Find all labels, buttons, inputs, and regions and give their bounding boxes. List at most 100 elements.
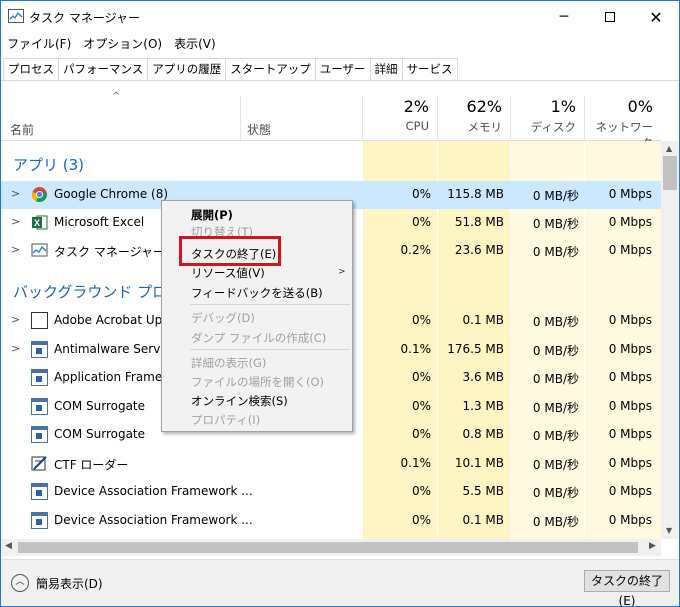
tab-users[interactable]: ユーザー	[314, 58, 371, 80]
submenu-arrow-icon: >	[338, 267, 346, 277]
column-network[interactable]: 0% ネットワーク	[585, 95, 661, 150]
network-value: 0 Mbps	[608, 313, 652, 327]
process-name: Device Association Framework ...	[54, 484, 253, 498]
service-window-icon	[31, 512, 48, 529]
process-name: Antimalware Service	[54, 342, 178, 356]
service-window-icon	[31, 483, 48, 500]
disk-value: 0 MB/秒	[532, 189, 579, 203]
menu-view[interactable]: 表示(V)	[168, 35, 222, 53]
column-memory[interactable]: 62% メモリ	[438, 95, 510, 140]
menu-item-expand[interactable]: 展開(P)	[191, 207, 233, 223]
task-manager-icon	[8, 9, 24, 23]
menu-bar: ファイル(F) オプション(O) 表示(V)	[1, 35, 222, 53]
disk-value: 0 MB/秒	[532, 315, 579, 329]
menu-item-feedback[interactable]: フィードバックを送る(B)	[191, 285, 323, 301]
process-name: タスク マネージャー	[54, 245, 165, 259]
service-window-icon	[31, 341, 48, 358]
memory-value: 0.1 MB	[462, 313, 504, 327]
chevron-up-circle-icon[interactable]: ︿	[11, 574, 29, 592]
network-value: 0 Mbps	[608, 370, 652, 384]
process-name: COM Surrogate	[54, 399, 146, 413]
disk-value: 0 MB/秒	[532, 486, 579, 500]
memory-value: 23.6 MB	[454, 243, 504, 257]
process-name: Device Association Framework ...	[54, 513, 253, 527]
memory-value: 1.3 MB	[462, 399, 504, 413]
network-value: 0 Mbps	[608, 399, 652, 413]
expand-chevron-icon[interactable]: >	[11, 342, 20, 355]
vertical-scrollbar[interactable]: ▲ ▼	[661, 141, 679, 539]
tab-bar: プロセス パフォーマンス アプリの履歴 スタートアップ ユーザー 詳細 サービス	[3, 58, 458, 80]
disk-value: 0 MB/秒	[532, 245, 579, 259]
menu-item-properties: プロパティ(I)	[191, 413, 261, 427]
column-disk[interactable]: 1% ディスク	[511, 95, 584, 140]
table-row[interactable]: Device Association Framework ... 0% 0.1 …	[1, 507, 661, 535]
menu-item-resource-values[interactable]: リソース値(V)	[191, 265, 265, 281]
menu-separator	[190, 304, 350, 305]
window-title: タスク マネージャー	[29, 11, 140, 25]
vertical-scroll-thumb[interactable]	[663, 156, 677, 190]
disk-value: 0 MB/秒	[532, 372, 579, 386]
memory-total: 62%	[466, 97, 502, 116]
tab-divider	[1, 80, 679, 81]
disk-value: 0 MB/秒	[532, 217, 579, 231]
expand-chevron-icon[interactable]: >	[11, 243, 20, 256]
tab-services[interactable]: サービス	[401, 58, 458, 80]
column-cpu[interactable]: 2% CPU	[363, 95, 437, 140]
cpu-value: 0%	[411, 399, 431, 413]
ctf-loader-icon	[31, 455, 48, 472]
scroll-up-icon[interactable]: ▲	[666, 144, 672, 153]
tab-startup[interactable]: スタートアップ	[225, 58, 316, 80]
menu-item-search-online[interactable]: オンライン検索(S)	[191, 393, 288, 409]
scroll-down-icon[interactable]: ▼	[666, 526, 672, 535]
scroll-left-icon[interactable]: ◀	[5, 541, 12, 551]
cpu-value: 0.1%	[400, 342, 432, 356]
cpu-value: 0.1%	[400, 456, 432, 470]
cpu-value: 0%	[411, 215, 431, 229]
minimize-button[interactable]: ─	[541, 1, 587, 33]
process-name: Application Frame H	[54, 370, 176, 384]
disk-total: 1%	[550, 97, 576, 116]
service-window-icon	[31, 369, 48, 386]
column-name[interactable]: 名前	[10, 121, 34, 138]
column-divider[interactable]	[240, 95, 241, 140]
memory-value: 10.1 MB	[454, 456, 504, 470]
horizontal-scroll-thumb[interactable]	[18, 542, 638, 553]
table-row[interactable]: Device Association Framework ... 0% 5.5 …	[1, 478, 661, 506]
tab-performance[interactable]: パフォーマンス	[58, 58, 149, 80]
menu-options[interactable]: オプション(O)	[77, 35, 168, 53]
horizontal-scrollbar[interactable]: ◀ ▶	[1, 539, 661, 556]
end-task-highlight	[179, 236, 281, 266]
tab-processes[interactable]: プロセス	[3, 58, 59, 80]
memory-value: 5.5 MB	[462, 484, 504, 498]
cpu-value: 0%	[411, 484, 431, 498]
close-button[interactable]: ✕	[633, 1, 679, 33]
process-name: COM Surrogate	[54, 427, 146, 441]
column-status[interactable]: 状態	[247, 121, 271, 138]
expand-chevron-icon[interactable]: >	[11, 313, 20, 326]
process-name: Microsoft Excel	[54, 215, 145, 229]
cpu-value: 0%	[411, 427, 431, 441]
menu-file[interactable]: ファイル(F)	[1, 35, 77, 53]
memory-value: 176.5 MB	[447, 342, 504, 356]
fewer-details-link[interactable]: 簡易表示(D)	[36, 575, 103, 592]
expand-chevron-icon[interactable]: >	[11, 187, 20, 200]
tab-details[interactable]: 詳細	[369, 58, 403, 80]
network-value: 0 Mbps	[608, 427, 652, 441]
menu-item-open-file-location: ファイルの場所を開く(O)	[191, 375, 325, 389]
menu-item-create-dump: ダンプ ファイルの作成(C)	[191, 331, 327, 345]
tab-app-history[interactable]: アプリの履歴	[147, 58, 227, 80]
expand-chevron-icon[interactable]: >	[11, 215, 20, 228]
end-task-button[interactable]: タスクの終了(E)	[584, 570, 670, 606]
excel-icon: X	[31, 214, 48, 231]
context-menu: 展開(P) 切り替え(T) タスクの終了(E) リソース値(V) > フィードバ…	[161, 200, 353, 432]
scroll-right-icon[interactable]: ▶	[649, 541, 656, 551]
title-bar[interactable]: タスク マネージャー ─ ✕	[1, 1, 679, 33]
maximize-button[interactable]	[587, 1, 633, 33]
memory-value: 3.6 MB	[462, 370, 504, 384]
table-row[interactable]: CTF ローダー 0.1% 10.1 MB 0 MB/秒 0 Mbps	[1, 450, 661, 478]
service-window-icon	[31, 398, 48, 415]
footer-bar: ︿ 簡易表示(D) タスクの終了(E)	[1, 559, 679, 606]
maximize-icon	[605, 12, 615, 22]
cpu-value: 0%	[411, 313, 431, 327]
minimize-icon: ─	[559, 9, 569, 25]
